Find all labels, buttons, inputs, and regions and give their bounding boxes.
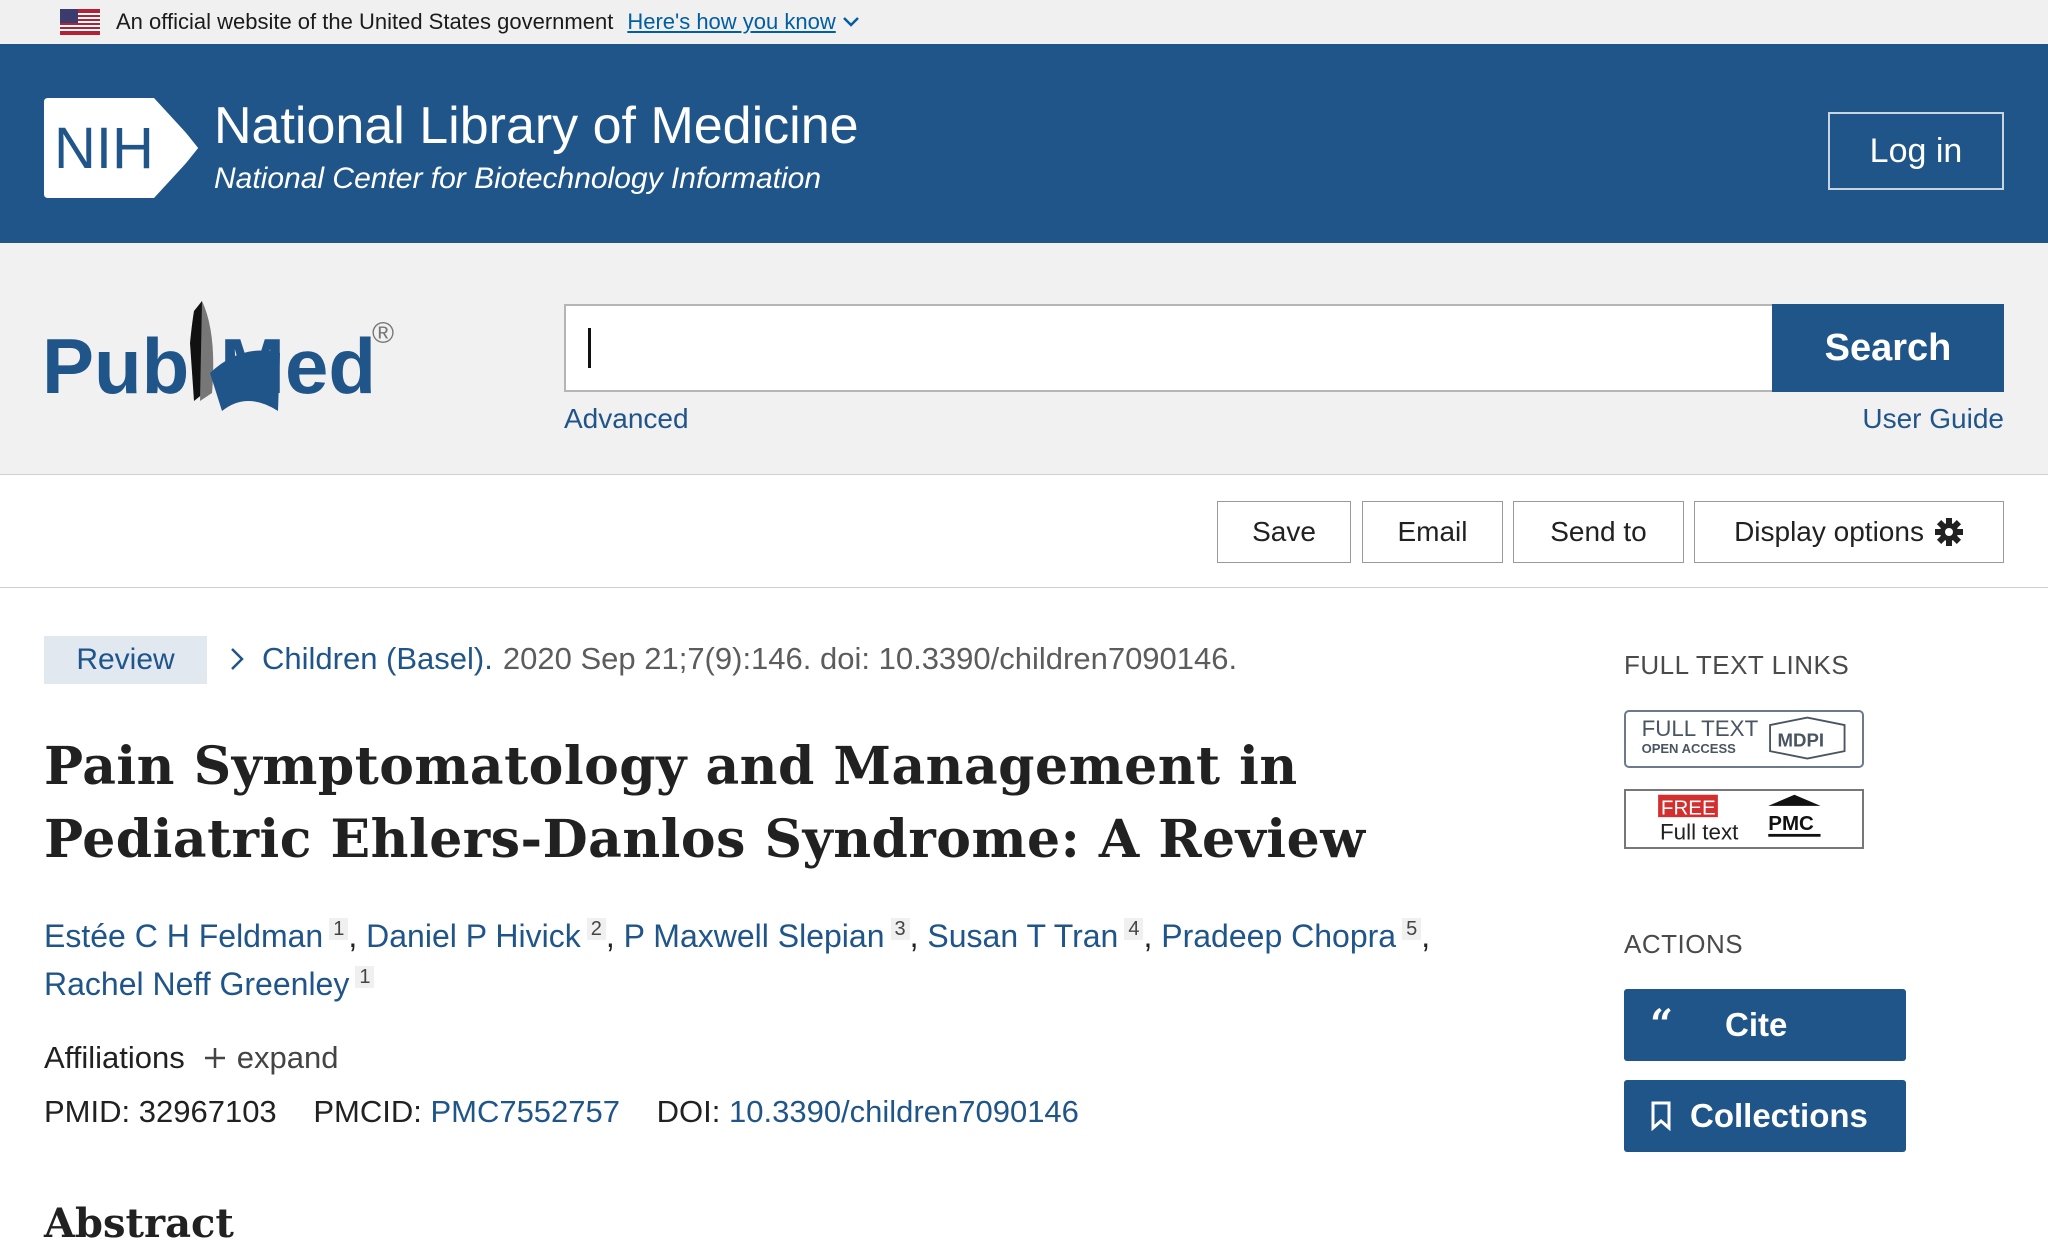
author-link[interactable]: Rachel Neff Greenley	[44, 966, 349, 1002]
expand-label: expand	[236, 1040, 339, 1075]
affiliation-number[interactable]: 1	[355, 966, 375, 989]
nih-logo[interactable]: NIH	[44, 98, 200, 198]
cite-button[interactable]: “ Cite	[1624, 989, 1906, 1061]
svg-text:FREE: FREE	[1661, 796, 1716, 819]
expand-affiliations-button[interactable]: expand	[203, 1040, 339, 1076]
bookmark-icon	[1651, 1101, 1671, 1131]
nlm-title[interactable]: National Library of Medicine	[214, 100, 859, 152]
advanced-search-link[interactable]: Advanced	[564, 403, 689, 435]
svg-text:PMC: PMC	[1768, 812, 1814, 835]
pmcid-link[interactable]: PMC7552757	[430, 1094, 620, 1129]
author-link[interactable]: Daniel P Hivick	[366, 918, 581, 954]
author-link[interactable]: Pradeep Chopra	[1161, 918, 1396, 954]
how-you-know-label: Here's how you know	[627, 9, 836, 34]
author-link[interactable]: P Maxwell Slepian	[624, 918, 885, 954]
user-guide-link[interactable]: User Guide	[1858, 403, 2004, 435]
citation-details: 2020 Sep 21;7(9):146. doi: 10.3390/child…	[502, 641, 1238, 676]
pmcid-label: PMCID:	[313, 1094, 422, 1129]
actions-heading: ACTIONS	[1624, 929, 1744, 959]
svg-text:Pub: Pub	[42, 322, 189, 410]
plus-icon	[204, 1048, 225, 1068]
affiliation-number[interactable]: 4	[1124, 918, 1144, 941]
journal-link[interactable]: Children (Basel).	[262, 641, 493, 677]
email-button[interactable]: Email	[1362, 501, 1503, 563]
display-options-button[interactable]: Display options	[1694, 501, 2004, 563]
search-button[interactable]: Search	[1772, 304, 2004, 392]
author-list: Estée C H Feldman 1, Daniel P Hivick 2, P …	[44, 918, 1431, 1002]
cite-label: Cite	[1725, 1006, 1788, 1043]
us-flag-icon	[60, 9, 100, 35]
affiliation-number[interactable]: 5	[1402, 918, 1422, 941]
svg-text:NIH: NIH	[54, 116, 154, 181]
affiliation-number[interactable]: 2	[586, 918, 606, 941]
full-text-links-heading: FULL TEXT LINKS	[1624, 650, 1850, 680]
affiliation-number[interactable]: 1	[329, 918, 349, 941]
collections-button[interactable]: Collections	[1624, 1080, 1906, 1152]
article-identifiers: PMID: 32967103 PMCID: PMC7552757 DOI: 10…	[44, 1094, 1079, 1130]
affiliations-label: Affiliations	[44, 1040, 185, 1075]
author-link[interactable]: Estée C H Feldman	[44, 918, 323, 954]
svg-text:Med: Med	[220, 322, 376, 410]
chevron-right-icon[interactable]	[228, 646, 246, 672]
gov-banner-text: An official website of the United States…	[116, 9, 614, 34]
article-title: Pain Symptomatology and Management in Pe…	[44, 736, 1366, 870]
svg-text:®: ®	[372, 317, 394, 350]
nih-header: NIH National Library of Medicine Nationa…	[0, 44, 2048, 243]
chevron-down-icon	[842, 17, 859, 27]
pubmed-logo[interactable]: Pub Med ®	[42, 293, 414, 423]
svg-text:OPEN ACCESS: OPEN ACCESS	[1642, 741, 1737, 756]
save-button[interactable]: Save	[1217, 501, 1351, 563]
doi-link[interactable]: 10.3390/children7090146	[729, 1094, 1079, 1129]
login-button[interactable]: Log in	[1828, 112, 2004, 190]
abstract-heading: Abstract	[44, 1200, 234, 1247]
article-type-badge: Review	[44, 636, 207, 684]
author-link[interactable]: Susan T Tran	[927, 918, 1118, 954]
pmid-value: 32967103	[138, 1094, 277, 1129]
search-box[interactable]	[564, 304, 1773, 392]
gear-icon	[1934, 518, 1963, 546]
text-caret	[588, 328, 591, 368]
quote-icon: “	[1650, 1001, 1674, 1048]
pmc-free-full-text-link[interactable]: FREE Full text PMC	[1624, 789, 1864, 849]
article-toolbar: Save Email Send to Display options	[0, 475, 2048, 588]
how-you-know-link[interactable]: Here's how you know	[627, 9, 859, 35]
mdpi-full-text-link[interactable]: FULL TEXT OPEN ACCESS MDPI	[1624, 710, 1864, 768]
pmid-label: PMID:	[44, 1094, 131, 1129]
doi-label: DOI:	[656, 1094, 721, 1129]
citation-line: Children (Basel). 2020 Sep 21;7(9):146. …	[228, 641, 1237, 677]
display-options-label: Display options	[1734, 516, 1924, 547]
collections-label: Collections	[1690, 1097, 1868, 1134]
affiliation-number[interactable]: 3	[890, 918, 910, 941]
search-input[interactable]	[566, 306, 1773, 390]
svg-text:FULL TEXT: FULL TEXT	[1642, 716, 1759, 741]
gov-banner: An official website of the United States…	[0, 0, 2048, 44]
pubmed-search-area: Pub Med ® Search Advanced User Guide	[0, 243, 2048, 475]
send-to-button[interactable]: Send to	[1513, 501, 1684, 563]
ncbi-subtitle: National Center for Biotechnology Inform…	[214, 162, 822, 195]
svg-text:Full text: Full text	[1660, 820, 1739, 845]
svg-text:MDPI: MDPI	[1778, 729, 1825, 750]
affiliations-row: Affiliations expand	[44, 1040, 338, 1076]
